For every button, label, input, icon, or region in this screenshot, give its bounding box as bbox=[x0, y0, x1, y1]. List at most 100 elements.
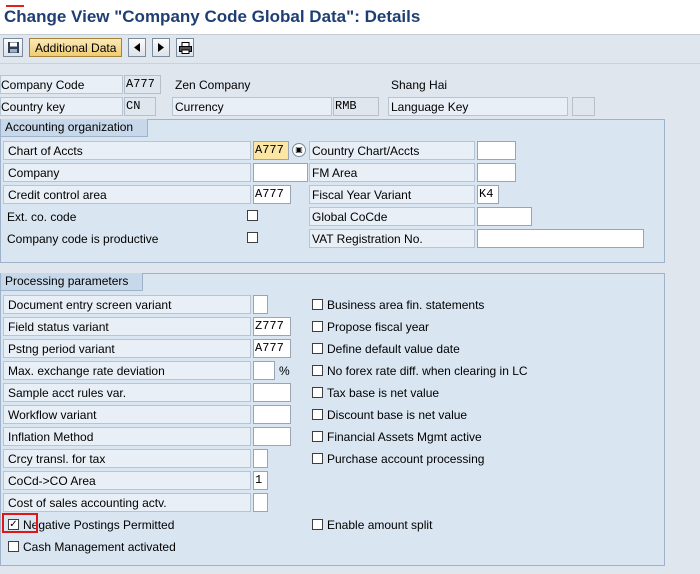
accounting-organization-title: Accounting organization bbox=[1, 119, 149, 137]
business-area-label: Business area fin. statements bbox=[327, 298, 485, 312]
cash-mgmt-checkbox[interactable] bbox=[8, 541, 19, 552]
vat-label: VAT Registration No. bbox=[312, 232, 423, 246]
sample-acct-label: Sample acct rules var. bbox=[8, 386, 127, 400]
chart-of-accts-label-box: Chart of Accts bbox=[3, 141, 251, 160]
print-icon bbox=[178, 41, 192, 54]
global-cocd-label: Global CoCde bbox=[312, 210, 388, 224]
credit-control-label: Credit control area bbox=[8, 188, 107, 202]
language-key-field bbox=[572, 97, 595, 116]
company-code-label-box: Company Code bbox=[0, 75, 123, 94]
currency-label-box: Currency bbox=[172, 97, 332, 116]
additional-data-button[interactable]: Additional Data bbox=[29, 38, 123, 57]
inflation-label-box: Inflation Method bbox=[3, 427, 251, 446]
field-status-label-box: Field status variant bbox=[3, 317, 251, 336]
max-exch-label-box: Max. exchange rate deviation bbox=[3, 361, 251, 380]
max-exch-label: Max. exchange rate deviation bbox=[8, 364, 165, 378]
enable-split-checkbox[interactable] bbox=[312, 519, 323, 530]
ext-co-code-label: Ext. co. code bbox=[7, 210, 77, 224]
company-label-box: Company bbox=[3, 163, 251, 182]
processing-parameters-group: Processing parameters Document entry scr… bbox=[0, 273, 665, 566]
next-entry-icon bbox=[158, 43, 164, 52]
company-name: Zen Company bbox=[175, 78, 251, 92]
global-cocd-field[interactable] bbox=[477, 207, 532, 226]
credit-control-field[interactable]: A777 bbox=[253, 185, 291, 204]
crcy-transl-field[interactable] bbox=[253, 449, 268, 468]
accounting-organization-group: Accounting organization Chart of Accts A… bbox=[0, 119, 665, 263]
fiscal-year-label-box: Fiscal Year Variant bbox=[309, 185, 475, 204]
value-help-icon: ▣ bbox=[295, 145, 303, 154]
productive-checkbox[interactable] bbox=[247, 232, 258, 243]
country-key-label: Country key bbox=[1, 100, 66, 114]
default-value-date-checkbox[interactable] bbox=[312, 343, 323, 354]
purchase-acct-label: Purchase account processing bbox=[327, 452, 485, 466]
inflation-field[interactable] bbox=[253, 427, 291, 446]
workflow-label-box: Workflow variant bbox=[3, 405, 251, 424]
prev-entry-icon bbox=[134, 43, 140, 52]
business-area-checkbox[interactable] bbox=[312, 299, 323, 310]
cost-sales-field[interactable] bbox=[253, 493, 268, 512]
page-title: Change View "Company Code Global Data": … bbox=[4, 7, 421, 26]
save-button[interactable] bbox=[3, 38, 23, 57]
cocd-co-label-box: CoCd->CO Area bbox=[3, 471, 251, 490]
vat-field[interactable] bbox=[477, 229, 644, 248]
company-code-field: A777 bbox=[124, 75, 161, 94]
chart-of-accts-label: Chart of Accts bbox=[8, 144, 83, 158]
credit-control-label-box: Credit control area bbox=[3, 185, 251, 204]
save-icon bbox=[7, 42, 19, 53]
max-exch-field[interactable] bbox=[253, 361, 275, 380]
application-toolbar: Additional Data bbox=[0, 35, 700, 64]
discount-base-label: Discount base is net value bbox=[327, 408, 468, 422]
title-bar: Change View "Company Code Global Data": … bbox=[0, 0, 700, 35]
fiscal-year-field[interactable]: K4 bbox=[477, 185, 499, 204]
country-key-label-box: Country key bbox=[0, 97, 123, 116]
currency-label: Currency bbox=[175, 100, 224, 114]
chart-of-accts-field[interactable]: A777 bbox=[253, 141, 289, 160]
neg-postings-label: Negative Postings Permitted bbox=[23, 518, 175, 532]
country-chart-label: Country Chart/Accts bbox=[312, 144, 420, 158]
productive-label: Company code is productive bbox=[7, 232, 159, 246]
doc-entry-label-box: Document entry screen variant bbox=[3, 295, 251, 314]
default-value-date-label: Define default value date bbox=[327, 342, 460, 356]
propose-fy-checkbox[interactable] bbox=[312, 321, 323, 332]
global-cocd-label-box: Global CoCde bbox=[309, 207, 475, 226]
inflation-label: Inflation Method bbox=[8, 430, 94, 444]
country-chart-label-box: Country Chart/Accts bbox=[309, 141, 475, 160]
enable-split-label: Enable amount split bbox=[327, 518, 433, 532]
cocd-co-field[interactable]: 1 bbox=[253, 471, 268, 490]
fiscal-year-label: Fiscal Year Variant bbox=[312, 188, 412, 202]
fin-assets-checkbox[interactable] bbox=[312, 431, 323, 442]
print-button[interactable] bbox=[176, 38, 194, 57]
processing-parameters-title: Processing parameters bbox=[1, 273, 144, 291]
percent-unit: % bbox=[279, 364, 290, 378]
doc-entry-field[interactable] bbox=[253, 295, 268, 314]
sample-acct-label-box: Sample acct rules var. bbox=[3, 383, 251, 402]
doc-entry-label: Document entry screen variant bbox=[8, 298, 172, 312]
country-key-field: CN bbox=[124, 97, 156, 116]
cost-sales-label-box: Cost of sales accounting actv. bbox=[3, 493, 251, 512]
cocd-co-label: CoCd->CO Area bbox=[8, 474, 96, 488]
country-chart-field[interactable] bbox=[477, 141, 516, 160]
company-code-label: Company Code bbox=[1, 78, 85, 92]
fm-area-label: FM Area bbox=[312, 166, 358, 180]
previous-entry-button[interactable] bbox=[128, 38, 146, 57]
no-forex-label: No forex rate diff. when clearing in LC bbox=[327, 364, 528, 378]
cost-sales-label: Cost of sales accounting actv. bbox=[8, 496, 167, 510]
field-status-field[interactable]: Z777 bbox=[253, 317, 291, 336]
fm-area-field[interactable] bbox=[477, 163, 516, 182]
tax-base-label: Tax base is net value bbox=[327, 386, 440, 400]
tax-base-checkbox[interactable] bbox=[312, 387, 323, 398]
vat-label-box: VAT Registration No. bbox=[309, 229, 475, 248]
pstng-period-field[interactable]: A777 bbox=[253, 339, 291, 358]
sample-acct-field[interactable] bbox=[253, 383, 291, 402]
purchase-acct-checkbox[interactable] bbox=[312, 453, 323, 464]
no-forex-checkbox[interactable] bbox=[312, 365, 323, 376]
company-label: Company bbox=[8, 166, 60, 180]
value-help-button[interactable]: ▣ bbox=[292, 143, 306, 157]
highlight-box bbox=[2, 513, 38, 533]
ext-co-code-checkbox[interactable] bbox=[247, 210, 258, 221]
workflow-field[interactable] bbox=[253, 405, 291, 424]
discount-base-checkbox[interactable] bbox=[312, 409, 323, 420]
next-entry-button[interactable] bbox=[152, 38, 170, 57]
company-field[interactable] bbox=[253, 163, 308, 182]
field-status-label: Field status variant bbox=[8, 320, 109, 334]
